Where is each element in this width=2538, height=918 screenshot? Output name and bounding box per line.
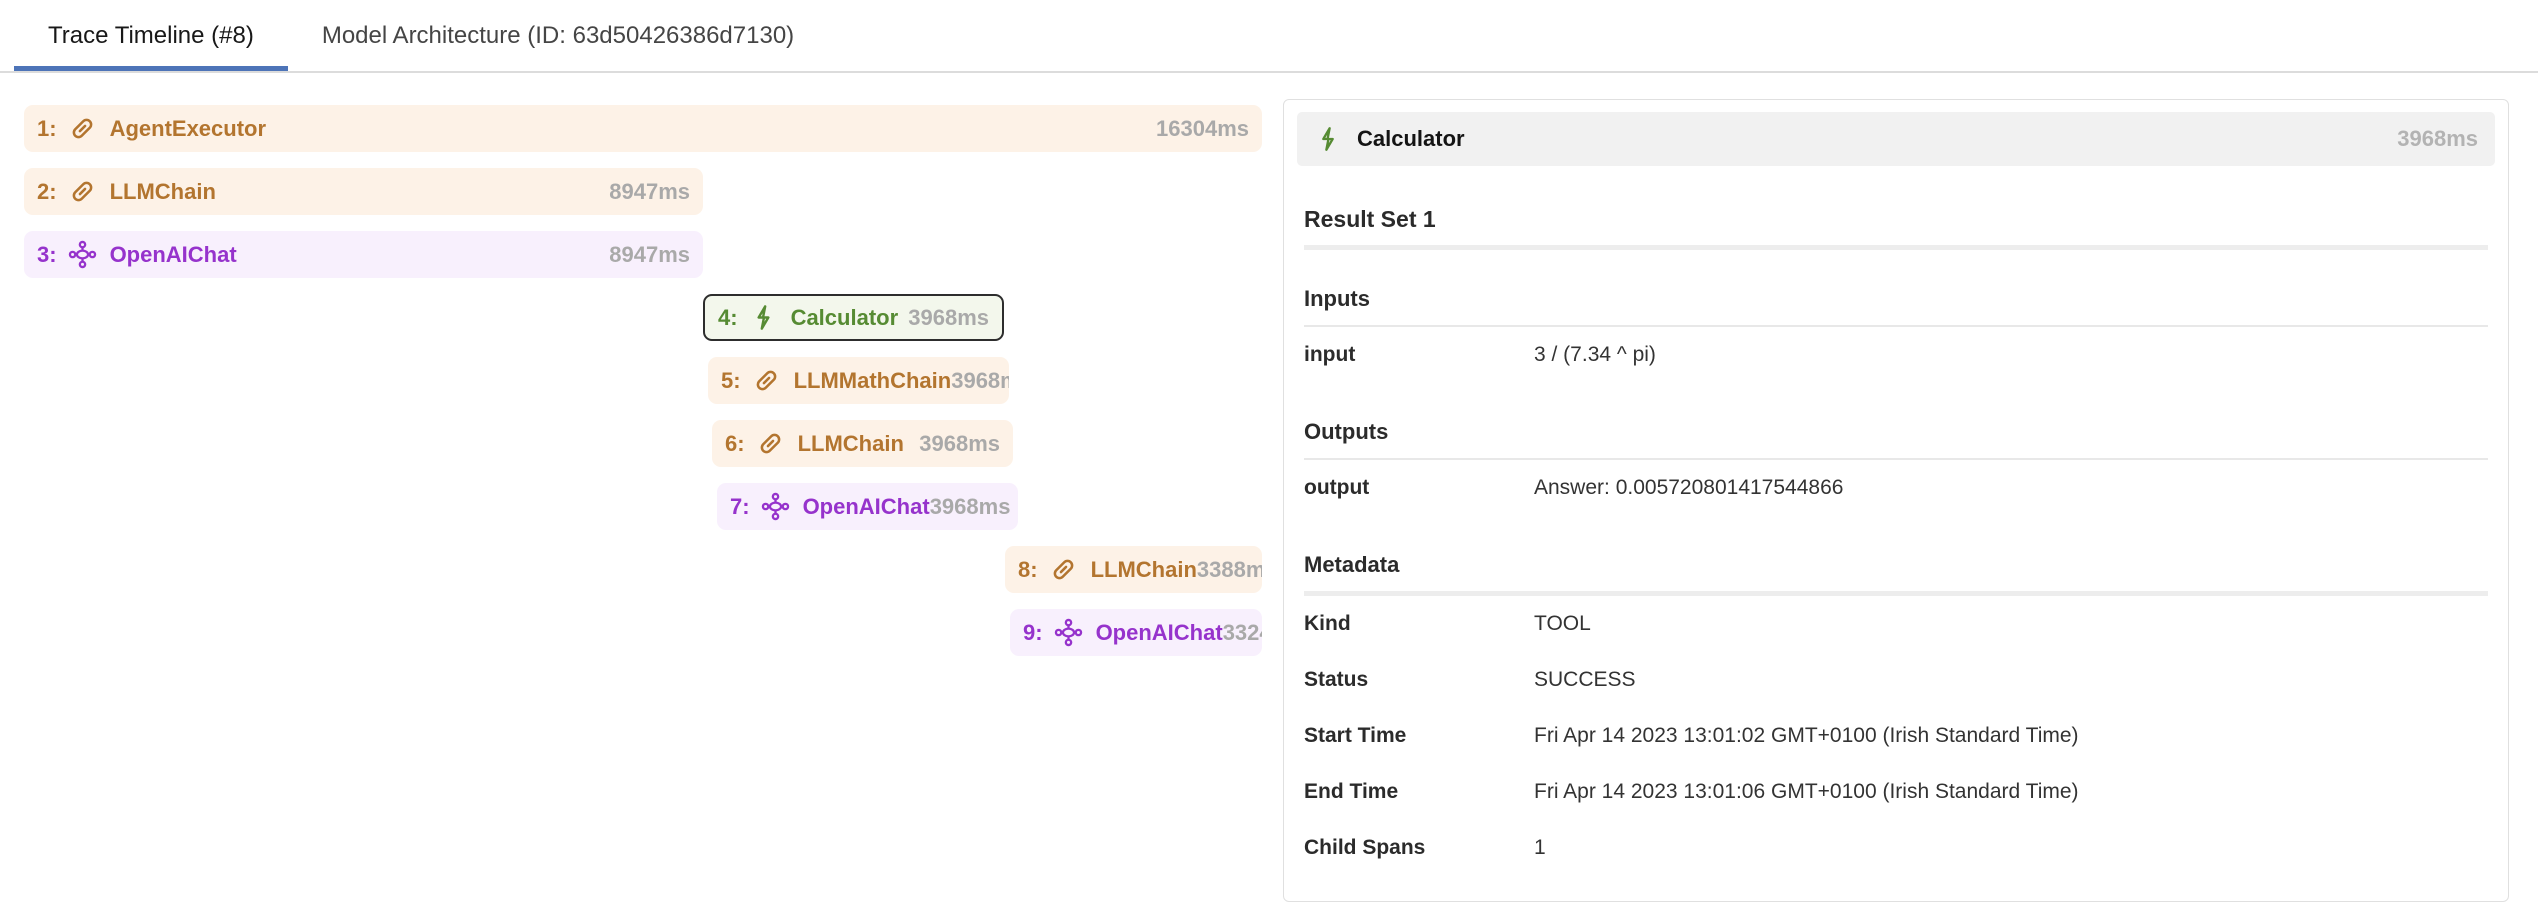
span-name: LLMChain xyxy=(1091,557,1197,583)
detail-row-end-time: End TimeFri Apr 14 2023 13:01:06 GMT+010… xyxy=(1304,764,2488,820)
detail-row-value: SUCCESS xyxy=(1534,667,2488,708)
detail-row-output: outputAnswer: 0.005720801417544866 xyxy=(1304,460,2488,516)
span-name: OpenAIChat xyxy=(110,242,237,268)
span-name: LLMChain xyxy=(110,179,216,205)
span-duration: 3968ms xyxy=(919,431,1000,457)
span-index: 3: xyxy=(37,242,57,268)
span-bar-6-llmchain[interactable]: 6: LLMChain 3968ms xyxy=(712,420,1013,467)
detail-duration: 3968ms xyxy=(2397,126,2478,152)
detail-row-label: Child Spans xyxy=(1304,835,1534,876)
span-name: OpenAIChat xyxy=(1096,620,1223,646)
detail-row-child-spans: Child Spans1 xyxy=(1304,820,2488,876)
link-icon xyxy=(752,366,781,395)
link-icon xyxy=(1049,555,1078,584)
detail-row-value: Fri Apr 14 2023 13:01:02 GMT+0100 (Irish… xyxy=(1534,723,2488,764)
span-duration: 3388ms xyxy=(1197,557,1262,583)
molecule-icon xyxy=(1054,618,1083,647)
span-duration: 3968ms xyxy=(951,368,1009,394)
section-heading-outputs: Outputs xyxy=(1304,419,2488,445)
span-duration: 3968ms xyxy=(930,494,1011,520)
link-icon xyxy=(68,114,97,143)
span-bar-8-llmchain[interactable]: 8: LLMChain3388ms xyxy=(1005,546,1262,593)
span-index: 9: xyxy=(1023,620,1043,646)
molecule-icon xyxy=(68,240,97,269)
divider xyxy=(1304,245,2488,250)
span-bar-4-calculator[interactable]: 4: Calculator 3968ms xyxy=(703,294,1004,341)
detail-row-label: output xyxy=(1304,475,1534,516)
detail-row-input: input3 / (7.34 ^ pi) xyxy=(1304,327,2488,383)
span-index: 8: xyxy=(1018,557,1038,583)
detail-row-status: StatusSUCCESS xyxy=(1304,652,2488,708)
detail-row-label: input xyxy=(1304,342,1534,383)
span-detail-header: Calculator 3968ms xyxy=(1297,112,2495,166)
detail-row-value: Fri Apr 14 2023 13:01:06 GMT+0100 (Irish… xyxy=(1534,779,2488,820)
span-duration: 3968ms xyxy=(908,305,989,331)
span-index: 5: xyxy=(721,368,741,394)
span-index: 6: xyxy=(725,431,745,457)
span-name: Calculator xyxy=(791,305,899,331)
span-duration: 3324ms xyxy=(1223,620,1262,646)
span-name: AgentExecutor xyxy=(110,116,266,142)
span-index: 2: xyxy=(37,179,57,205)
section-heading-metadata: Metadata xyxy=(1304,552,2488,578)
span-duration: 16304ms xyxy=(1156,116,1249,142)
link-icon xyxy=(756,429,785,458)
bolt-icon xyxy=(1314,125,1342,153)
result-set-heading: Result Set 1 xyxy=(1304,206,2488,232)
span-index: 7: xyxy=(730,494,750,520)
span-duration: 8947ms xyxy=(609,242,690,268)
span-index: 4: xyxy=(718,305,738,331)
span-name: OpenAIChat xyxy=(803,494,930,520)
bolt-icon xyxy=(749,303,778,332)
span-bar-5-llmmathchain[interactable]: 5: LLMMathChain3968ms xyxy=(708,357,1009,404)
span-duration: 8947ms xyxy=(609,179,690,205)
detail-row-value: 1 xyxy=(1534,835,2488,876)
detail-row-kind: KindTOOL xyxy=(1304,596,2488,652)
detail-row-label: Status xyxy=(1304,667,1534,708)
molecule-icon xyxy=(761,492,790,521)
detail-row-value: 3 / (7.34 ^ pi) xyxy=(1534,342,2488,383)
link-icon xyxy=(68,177,97,206)
detail-row-label: Start Time xyxy=(1304,723,1534,764)
span-bar-7-openaichat[interactable]: 7: OpenAIChat3968ms xyxy=(717,483,1018,530)
detail-row-start-time: Start TimeFri Apr 14 2023 13:01:02 GMT+0… xyxy=(1304,708,2488,764)
span-name: LLMMathChain xyxy=(794,368,952,394)
span-name: LLMChain xyxy=(798,431,904,457)
span-bar-9-openaichat[interactable]: 9: OpenAIChat3324ms xyxy=(1010,609,1262,656)
detail-row-value: TOOL xyxy=(1534,611,2488,652)
detail-row-label: End Time xyxy=(1304,779,1534,820)
span-bar-1-agentexecutor[interactable]: 1: AgentExecutor 16304ms xyxy=(24,105,1262,152)
span-detail-body: Result Set 1 Inputs input3 / (7.34 ^ pi) O… xyxy=(1297,206,2495,876)
detail-row-label: Kind xyxy=(1304,611,1534,652)
section-heading-inputs: Inputs xyxy=(1304,286,2488,312)
span-detail-panel: Calculator 3968ms Result Set 1 Inputs inp… xyxy=(1283,99,2509,902)
span-bar-2-llmchain[interactable]: 2: LLMChain 8947ms xyxy=(24,168,703,215)
span-bar-3-openaichat[interactable]: 3: OpenAIChat 8947ms xyxy=(24,231,703,278)
detail-row-value: Answer: 0.005720801417544866 xyxy=(1534,475,2488,516)
detail-title: Calculator xyxy=(1357,126,1465,152)
trace-timeline-waterfall: 1:AgentExecutor16304ms2:LLMChain8947ms3:… xyxy=(0,0,1283,918)
span-index: 1: xyxy=(37,116,57,142)
